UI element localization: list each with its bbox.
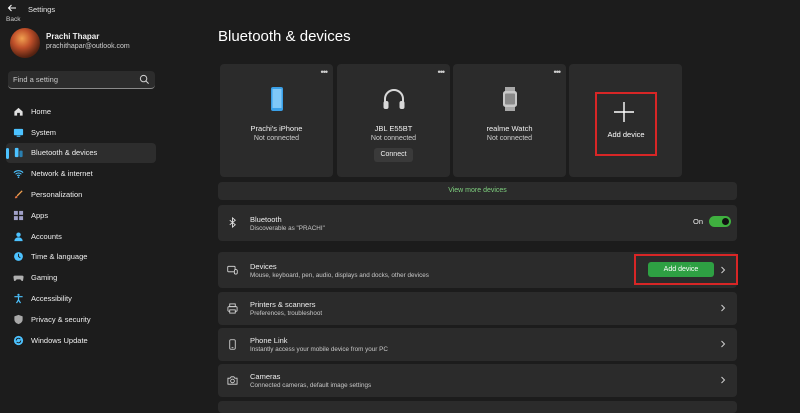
back-label: Back xyxy=(6,16,21,23)
row-title: Devices xyxy=(250,262,277,271)
printers-scanners-row[interactable]: Printers & scanners Preferences, trouble… xyxy=(218,292,737,325)
bluetooth-icon xyxy=(229,217,236,228)
sidebar-item-gaming[interactable]: Gaming xyxy=(6,267,156,288)
user-name: Prachi Thapar xyxy=(46,32,100,41)
phone-link-icon xyxy=(229,339,236,350)
sidebar-item-home[interactable]: Home xyxy=(6,101,156,122)
sidebar-nav: Home System Bluetooth & devices Network … xyxy=(6,101,156,351)
sidebar-item-network[interactable]: Network & internet xyxy=(6,163,156,184)
bluetooth-row: Bluetooth Discoverable as "PRACHI" On xyxy=(218,205,737,241)
sidebar-item-accounts[interactable]: Accounts xyxy=(6,226,156,247)
back-button[interactable] xyxy=(4,3,20,17)
wifi-icon xyxy=(13,170,24,179)
headphones-icon xyxy=(383,89,404,109)
bluetooth-toggle[interactable] xyxy=(709,216,731,227)
sidebar-item-label: Time & language xyxy=(31,252,88,262)
device-name: Prachi's iPhone xyxy=(250,124,303,133)
watch-icon xyxy=(502,87,517,111)
sidebar-item-label: Bluetooth & devices xyxy=(31,148,98,158)
apps-icon xyxy=(13,210,24,220)
bluetooth-devices-icon xyxy=(14,148,23,158)
search-box[interactable] xyxy=(8,71,155,89)
row-subtitle: Mouse, keyboard, pen, audio, displays an… xyxy=(250,272,429,279)
more-options-icon[interactable]: ••• xyxy=(321,67,329,77)
sidebar-item-privacy-security[interactable]: Privacy & security xyxy=(6,309,156,330)
row-subtitle: Connected cameras, default image setting… xyxy=(250,382,372,389)
connect-button[interactable]: Connect xyxy=(374,148,413,162)
app-title: Settings xyxy=(28,5,56,14)
page-title: Bluetooth & devices xyxy=(218,28,351,45)
sidebar-item-system[interactable]: System xyxy=(6,122,156,143)
accessibility-icon xyxy=(14,293,23,304)
device-status: Not connected xyxy=(486,135,533,142)
brush-icon xyxy=(14,190,23,199)
sidebar-item-apps[interactable]: Apps xyxy=(6,205,156,226)
device-name: JBL E55BT xyxy=(374,124,413,133)
camera-icon xyxy=(227,376,238,385)
row-title: Phone Link xyxy=(250,336,288,345)
device-name: realme Watch xyxy=(486,124,533,133)
device-card-watch[interactable]: ••• realme Watch Not connected xyxy=(453,64,566,177)
add-device-button[interactable]: Add device xyxy=(648,262,714,277)
sidebar-item-label: Network & internet xyxy=(31,169,93,179)
avatar[interactable] xyxy=(10,28,40,58)
sidebar-item-personalization[interactable]: Personalization xyxy=(6,184,156,205)
back-arrow-icon xyxy=(7,4,16,12)
printer-icon xyxy=(227,303,238,314)
chevron-right-icon[interactable] xyxy=(719,340,727,348)
chevron-right-icon[interactable] xyxy=(719,266,727,274)
keyboard-mouse-icon xyxy=(227,265,238,275)
sidebar-item-label: Home xyxy=(31,106,52,116)
sidebar-item-label: Privacy & security xyxy=(31,314,91,324)
update-icon xyxy=(13,335,24,345)
sidebar-item-label: Accounts xyxy=(31,231,62,241)
chevron-right-icon[interactable] xyxy=(719,376,727,384)
search-input[interactable] xyxy=(13,73,133,86)
globe-clock-icon xyxy=(14,252,23,262)
person-icon xyxy=(14,232,23,241)
sidebar-item-label: Accessibility xyxy=(31,294,72,304)
gamepad-icon xyxy=(13,275,24,282)
phone-icon xyxy=(270,87,283,111)
more-options-icon[interactable]: ••• xyxy=(438,67,446,77)
toggle-knob xyxy=(722,218,729,225)
view-more-devices-link[interactable]: View more devices xyxy=(218,182,737,200)
row-title: Bluetooth xyxy=(250,215,282,224)
add-device-label[interactable]: Add device xyxy=(596,130,656,139)
cameras-row[interactable]: Cameras Connected cameras, default image… xyxy=(218,364,737,397)
row-subtitle: Instantly access your mobile device from… xyxy=(250,346,388,353)
sidebar-item-label: System xyxy=(31,127,57,137)
sidebar-item-label: Gaming xyxy=(31,273,58,283)
row-title: Printers & scanners xyxy=(250,300,316,309)
sidebar-item-time-language[interactable]: Time & language xyxy=(6,247,156,268)
phone-link-row[interactable]: Phone Link Instantly access your mobile … xyxy=(218,328,737,361)
row-subtitle: Preferences, troubleshoot xyxy=(250,310,323,317)
home-icon xyxy=(14,107,23,116)
sidebar-item-windows-update[interactable]: Windows Update xyxy=(6,330,156,351)
device-status: Not connected xyxy=(253,135,300,142)
monitor-icon xyxy=(13,128,24,137)
device-card-iphone[interactable]: ••• Prachi's iPhone Not connected xyxy=(220,64,333,177)
search-icon[interactable] xyxy=(139,74,150,85)
plus-icon[interactable] xyxy=(613,101,635,123)
title-bar: Back Settings xyxy=(0,0,800,24)
row-subtitle: Discoverable as "PRACHI" xyxy=(250,225,325,232)
row-title: Cameras xyxy=(250,372,281,381)
sidebar-item-bluetooth-devices[interactable]: Bluetooth & devices xyxy=(6,142,156,164)
shield-icon xyxy=(14,314,23,324)
sidebar-item-accessibility[interactable]: Accessibility xyxy=(6,288,156,309)
device-status: Not connected xyxy=(370,135,417,142)
user-email: prachithapar@outlook.com xyxy=(46,43,130,50)
devices-row[interactable]: Devices Mouse, keyboard, pen, audio, dis… xyxy=(218,252,738,288)
toggle-state-label: On xyxy=(693,217,704,226)
device-card-jbl[interactable]: ••• JBL E55BT Not connected Connect xyxy=(337,64,450,177)
sidebar-item-label: Apps xyxy=(31,210,49,220)
chevron-right-icon[interactable] xyxy=(719,304,727,312)
sidebar-item-label: Personalization xyxy=(31,190,83,200)
next-row[interactable] xyxy=(218,401,737,413)
more-options-icon[interactable]: ••• xyxy=(554,67,562,77)
sidebar-item-label: Windows Update xyxy=(31,335,88,345)
